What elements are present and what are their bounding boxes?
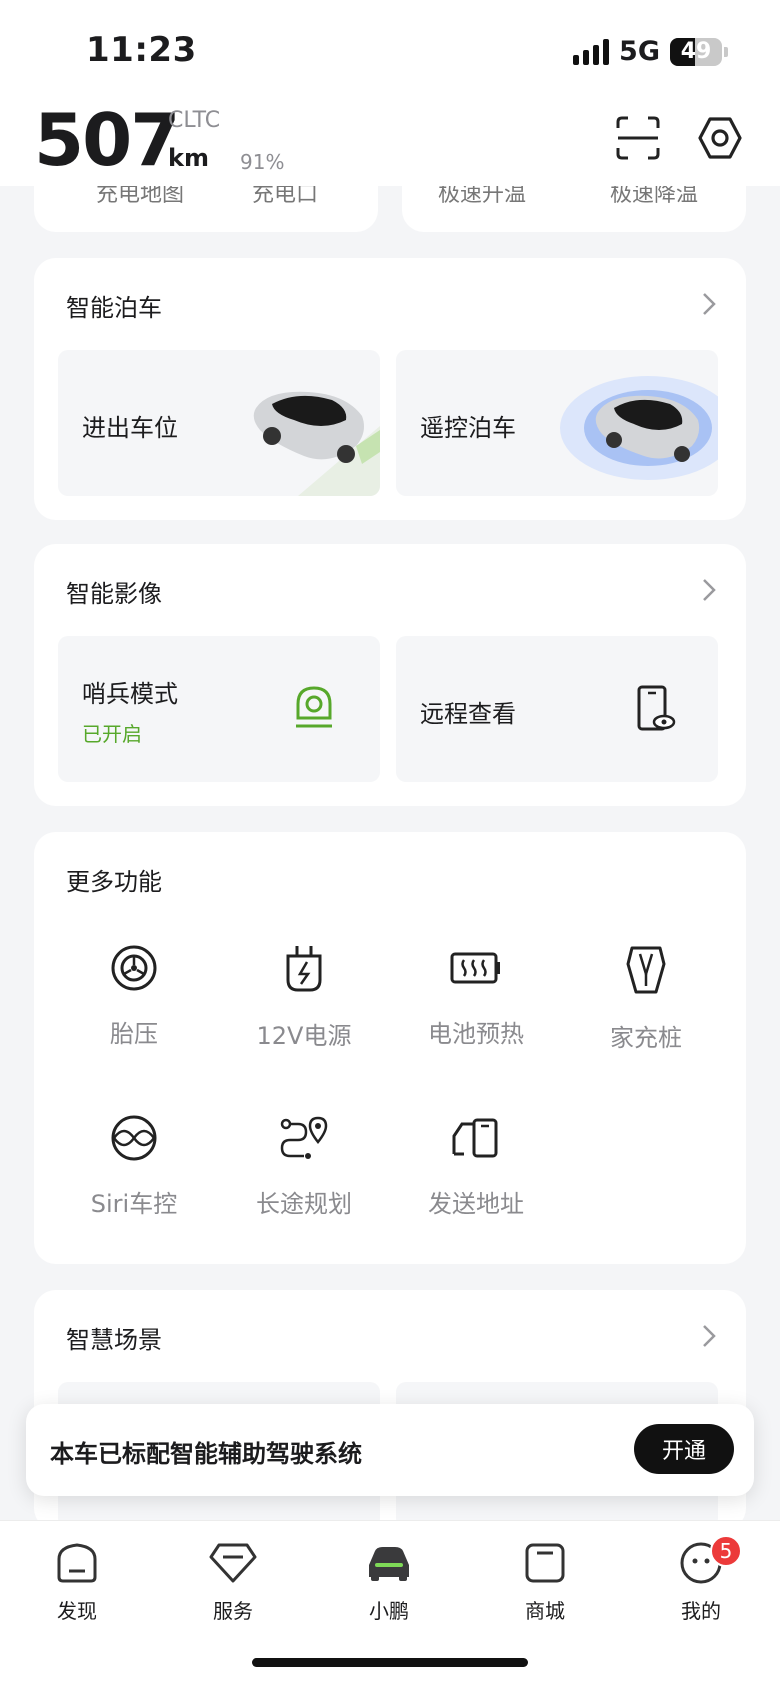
battery-percent: 91% [240, 150, 285, 174]
power-12v-label: 12V电源 [256, 1022, 352, 1050]
home-indicator [252, 1658, 528, 1667]
settings-icon[interactable] [698, 116, 742, 160]
discover-icon [57, 1543, 97, 1583]
battery-preheat-label: 电池预热 [428, 1020, 524, 1048]
battery-preheat-item[interactable]: 电池预热 [396, 944, 556, 1049]
send-address-item[interactable]: 发送地址 [396, 1114, 556, 1219]
siri-control-item[interactable]: Siri车控 [54, 1114, 214, 1219]
remote-view-label: 远程查看 [420, 700, 516, 728]
sentry-mode-status: 已开启 [82, 722, 142, 746]
send-address-icon [452, 1118, 498, 1158]
sentry-camera-icon [296, 686, 332, 728]
adas-banner: 本车已标配智能辅助驾驶系统 开通 [26, 1404, 754, 1496]
adas-banner-text: 本车已标配智能辅助驾驶系统 [50, 1440, 362, 1468]
smart-camera-title[interactable]: 智能影像 [66, 574, 162, 609]
long-trip-item[interactable]: 长途规划 [224, 1114, 384, 1219]
long-trip-label: 长途规划 [256, 1190, 352, 1218]
chevron-right-icon[interactable] [702, 1324, 716, 1348]
remote-view-icon [637, 685, 676, 731]
signal-icon [573, 38, 610, 65]
siri-icon [111, 1115, 157, 1161]
range-unit: km [168, 144, 209, 172]
activate-button[interactable]: 开通 [634, 1424, 734, 1474]
status-icons: 5G 49 [573, 36, 728, 67]
sentry-mode-tile[interactable]: 哨兵模式 已开启 [58, 636, 380, 782]
battery-tip [724, 46, 728, 57]
scan-icon[interactable] [616, 116, 660, 160]
chevron-right-icon[interactable] [702, 292, 716, 316]
tab-shop-label: 商城 [525, 1599, 565, 1623]
tab-shop[interactable]: 商城 [490, 1541, 600, 1624]
sentry-mode-label: 哨兵模式 [82, 680, 178, 708]
smart-parking-card: 智能泊车 进出车位 遥控泊车 [34, 258, 746, 520]
more-functions-card: 更多功能 胎压 12V电源 电池预热 家充桩 Siri车控 长途规划 发送地址 [34, 832, 746, 1264]
send-address-label: 发送地址 [428, 1190, 524, 1218]
smart-camera-card: 智能影像 哨兵模式 已开启 远程查看 [34, 544, 746, 806]
network-type: 5G [619, 36, 660, 67]
top-header: 11:23 5G 49 507 CLTC km 91% [0, 0, 780, 186]
tab-xpeng-label: 小鹏 [369, 1599, 409, 1623]
car-icon [369, 1547, 409, 1581]
range-value: 507 [34, 98, 180, 182]
home-charger-item[interactable]: 家充桩 [566, 944, 726, 1053]
power-12v-item[interactable]: 12V电源 [224, 944, 384, 1051]
remote-view-tile[interactable]: 远程查看 [396, 636, 718, 782]
battery-level: 49 [680, 39, 712, 64]
tab-service[interactable]: 服务 [178, 1541, 288, 1624]
chevron-right-icon[interactable] [702, 578, 716, 602]
battery-icon: 49 [670, 37, 722, 66]
remote-parking-label: 遥控泊车 [420, 414, 516, 442]
smart-parking-title[interactable]: 智能泊车 [66, 288, 162, 323]
plug-icon [286, 946, 322, 992]
battery-heat-icon [450, 952, 500, 984]
route-icon [280, 1116, 328, 1159]
home-charger-label: 家充桩 [610, 1024, 682, 1052]
tab-profile[interactable]: 我的 5 [646, 1535, 756, 1624]
smart-scene-title[interactable]: 智慧场景 [66, 1320, 162, 1355]
more-functions-title: 更多功能 [66, 868, 162, 896]
home-charger-icon [626, 946, 666, 994]
range-standard: CLTC [168, 108, 221, 133]
shop-icon [525, 1543, 565, 1583]
tab-service-label: 服务 [213, 1599, 253, 1623]
parking-car-illustration [253, 391, 380, 496]
service-icon [209, 1543, 257, 1583]
remote-parking-tile[interactable]: 遥控泊车 [396, 350, 718, 496]
tire-pressure-label: 胎压 [110, 1020, 158, 1048]
remote-parking-illustration [560, 376, 718, 480]
siri-control-label: Siri车控 [90, 1190, 178, 1218]
tire-icon [111, 945, 157, 991]
status-time: 11:23 [86, 30, 197, 70]
park-in-out-tile[interactable]: 进出车位 [58, 350, 380, 496]
notification-badge: 5 [710, 1535, 742, 1567]
tab-xpeng[interactable]: 小鹏 [334, 1541, 444, 1624]
tab-discover[interactable]: 发现 [22, 1541, 132, 1624]
tab-discover-label: 发现 [57, 1599, 97, 1623]
tab-profile-label: 我的 [681, 1599, 721, 1623]
park-in-out-label: 进出车位 [82, 414, 178, 442]
tire-pressure-item[interactable]: 胎压 [54, 944, 214, 1049]
